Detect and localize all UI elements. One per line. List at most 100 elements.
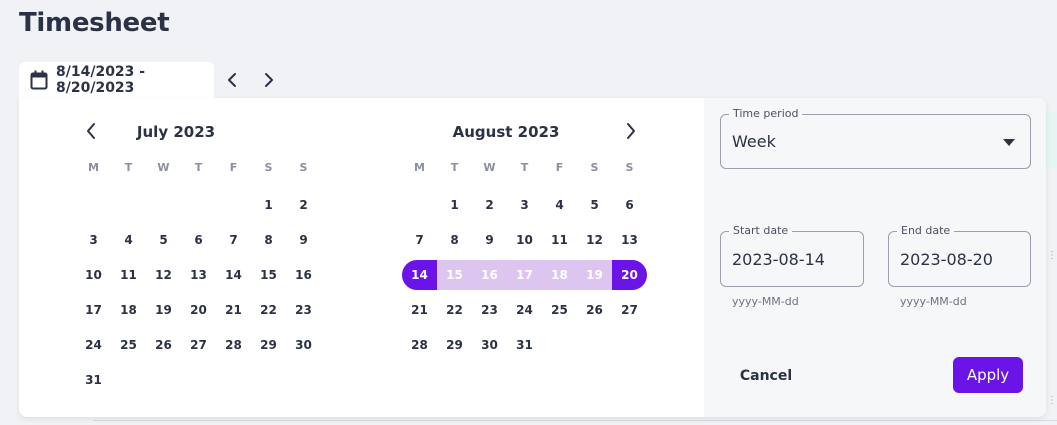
calendar-day[interactable]: 8 xyxy=(251,225,286,255)
calendar-day[interactable]: 1 xyxy=(437,190,472,220)
weekday-header: S xyxy=(264,161,273,174)
calendar-day[interactable]: 13 xyxy=(181,260,216,290)
apply-button[interactable]: Apply xyxy=(953,357,1023,393)
calendar-day[interactable]: 26 xyxy=(146,330,181,360)
calendar-day[interactable]: 11 xyxy=(542,225,577,255)
calendar-day[interactable]: 29 xyxy=(437,330,472,360)
calendar-day[interactable]: 12 xyxy=(577,225,612,255)
calendar-day[interactable]: 22 xyxy=(251,295,286,325)
calendar-day[interactable]: 25 xyxy=(111,330,146,360)
calendar-day[interactable]: 20 xyxy=(181,295,216,325)
calendar-day[interactable]: 27 xyxy=(612,295,647,325)
weekday-header: M xyxy=(414,161,425,174)
weekday-header: W xyxy=(483,161,496,174)
date-range-picker-popup: July 2023 M T W T F S S 1 2 3 4 5 6 7 8 9 10 11 12 13 14 15 16 1… xyxy=(19,98,1046,417)
calendar-day[interactable]: 18 xyxy=(111,295,146,325)
weekday-header: S xyxy=(590,161,599,174)
chevron-left-icon xyxy=(87,123,95,139)
previous-period-button[interactable] xyxy=(220,68,244,92)
calendar-day[interactable]: 4 xyxy=(542,190,577,220)
calendar-day[interactable]: 16 xyxy=(286,260,321,290)
calendar-day[interactable]: 16 xyxy=(472,260,507,290)
time-period-select[interactable]: Time period Week xyxy=(720,107,1031,169)
calendar-day[interactable]: 27 xyxy=(181,330,216,360)
calendar-day[interactable]: 21 xyxy=(216,295,251,325)
calendar-day[interactable]: 9 xyxy=(472,225,507,255)
calendar-day[interactable]: 7 xyxy=(402,225,437,255)
calendar-day[interactable]: 28 xyxy=(402,330,437,360)
calendar-day[interactable]: 12 xyxy=(146,260,181,290)
calendar-day[interactable]: 20 xyxy=(612,260,647,290)
time-period-value: Week xyxy=(732,132,776,151)
calendar-day[interactable]: 9 xyxy=(286,225,321,255)
previous-month-button[interactable] xyxy=(81,120,101,142)
calendar-day[interactable]: 19 xyxy=(577,260,612,290)
date-range-button[interactable]: 8/14/2023 - 8/20/2023 xyxy=(19,62,214,98)
background-drag-handle: ⋮ xyxy=(1047,250,1057,261)
end-date-label: End date xyxy=(897,224,955,237)
calendar-day[interactable]: 14 xyxy=(402,260,437,290)
calendar-day[interactable]: 17 xyxy=(76,295,111,325)
calendar-day[interactable]: 8 xyxy=(437,225,472,255)
calendar-day[interactable]: 3 xyxy=(76,225,111,255)
calendar-icon xyxy=(30,70,48,90)
calendar-day[interactable]: 15 xyxy=(437,260,472,290)
calendar-day[interactable]: 31 xyxy=(507,330,542,360)
calendar-day[interactable]: 17 xyxy=(507,260,542,290)
calendar-day[interactable]: 4 xyxy=(111,225,146,255)
weekday-header: M xyxy=(88,161,99,174)
calendar-day[interactable]: 24 xyxy=(76,330,111,360)
calendar-day[interactable]: 2 xyxy=(472,190,507,220)
weekday-header: F xyxy=(229,161,238,174)
calendar-day[interactable]: 23 xyxy=(472,295,507,325)
calendar-day[interactable]: 7 xyxy=(216,225,251,255)
calendar-day[interactable]: 31 xyxy=(76,365,111,395)
start-date-label: Start date xyxy=(729,224,793,237)
calendar-day[interactable]: 29 xyxy=(251,330,286,360)
calendar-day[interactable]: 30 xyxy=(472,330,507,360)
calendar-day[interactable]: 2 xyxy=(286,190,321,220)
end-date-field[interactable]: End date 2023-08-20 xyxy=(888,224,1031,287)
next-month-button[interactable] xyxy=(621,120,641,142)
calendar-day[interactable]: 6 xyxy=(181,225,216,255)
start-date-format-hint: yyyy-MM-dd xyxy=(732,295,799,308)
calendar-day[interactable]: 25 xyxy=(542,295,577,325)
calendar-day[interactable]: 5 xyxy=(577,190,612,220)
calendar-day[interactable]: 23 xyxy=(286,295,321,325)
end-date-format-hint: yyyy-MM-dd xyxy=(900,295,967,308)
weekday-header: W xyxy=(157,161,170,174)
calendar-day[interactable]: 10 xyxy=(76,260,111,290)
calendar-day[interactable]: 15 xyxy=(251,260,286,290)
calendar-day[interactable]: 18 xyxy=(542,260,577,290)
calendar-day[interactable]: 21 xyxy=(402,295,437,325)
month-title: July 2023 xyxy=(136,123,216,141)
weekday-header: S xyxy=(299,161,308,174)
start-date-value: 2023-08-14 xyxy=(732,250,825,269)
calendar-day[interactable]: 10 xyxy=(507,225,542,255)
calendar-day[interactable]: 11 xyxy=(111,260,146,290)
weekday-header: F xyxy=(555,161,564,174)
calendar-day[interactable]: 24 xyxy=(507,295,542,325)
background-drag-handle: ⋮ xyxy=(1047,395,1057,406)
time-period-label: Time period xyxy=(729,107,803,120)
next-period-button[interactable] xyxy=(257,68,281,92)
calendar-day[interactable]: 6 xyxy=(612,190,647,220)
end-date-value: 2023-08-20 xyxy=(900,250,993,269)
calendar-day[interactable]: 1 xyxy=(251,190,286,220)
cancel-button[interactable]: Cancel xyxy=(727,363,805,389)
calendar-day[interactable]: 19 xyxy=(146,295,181,325)
start-date-field[interactable]: Start date 2023-08-14 xyxy=(720,224,864,287)
calendar-day[interactable]: 3 xyxy=(507,190,542,220)
calendar-day[interactable]: 28 xyxy=(216,330,251,360)
calendar-day[interactable]: 22 xyxy=(437,295,472,325)
chevron-left-icon xyxy=(228,73,236,87)
calendar-day[interactable]: 26 xyxy=(577,295,612,325)
calendar-day[interactable]: 13 xyxy=(612,225,647,255)
weekday-header: T xyxy=(520,161,529,174)
calendar-day[interactable]: 14 xyxy=(216,260,251,290)
weekday-header: T xyxy=(450,161,459,174)
chevron-right-icon xyxy=(627,123,635,139)
calendar-day[interactable]: 30 xyxy=(286,330,321,360)
page-title: Timesheet xyxy=(19,8,170,38)
calendar-day[interactable]: 5 xyxy=(146,225,181,255)
